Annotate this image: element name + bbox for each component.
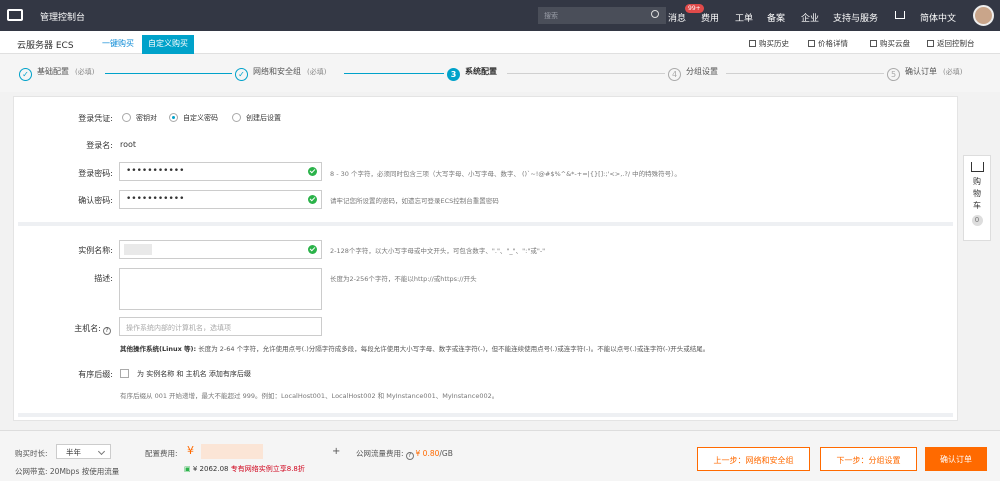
search-icon[interactable] [651, 10, 659, 18]
return-icon [927, 40, 934, 47]
redacted-config-fee [201, 444, 263, 459]
redacted-instance-name [124, 244, 152, 255]
vpc-discount-promo: ▣ ¥ 2062.08 专有网络实例立享8.8折 [184, 465, 305, 473]
tab-custom-buy[interactable]: 自定义购买 [142, 35, 194, 54]
description-label: 描述: [94, 274, 113, 283]
step-system-config[interactable]: 3 系统配置 [447, 66, 497, 81]
purchase-history-link[interactable]: 购买历史 [749, 38, 789, 49]
check-icon: ✓ [235, 68, 248, 81]
sequence-suffix-option: 为 实例名称 和 主机名 添加有序后缀 [137, 370, 251, 378]
plus-sign: + [332, 446, 341, 457]
nav-messages[interactable]: 消息 [668, 11, 686, 24]
cart-icon [970, 162, 984, 172]
valid-check-icon [308, 245, 317, 254]
price-icon [808, 40, 815, 47]
console-title[interactable]: 管理控制台 [40, 10, 85, 23]
search-input[interactable]: 搜索 [538, 7, 666, 24]
hostname-rule: 其他操作系统(Linux 等): 长度为 2-64 个字符，允许使用点号(.)分… [120, 345, 710, 353]
section-divider [18, 222, 953, 226]
shopping-cart-widget[interactable]: 购 物 车 0 [963, 155, 991, 241]
confirm-password-label: 确认密码: [78, 196, 113, 205]
radio-keypair[interactable] [122, 113, 131, 122]
traffic-fee-label: 公网流量费用:? ¥ 0.80/GB [356, 449, 453, 460]
prev-step-button[interactable]: 上一步：网络和安全组 [697, 447, 810, 471]
product-header: 云服务器 ECS 一键购买 自定义购买 购买历史 价格详情 购买云盘 返回控制台 [0, 31, 1000, 54]
hostname-label: 主机名:? [33, 323, 113, 335]
price-detail-link[interactable]: 价格详情 [808, 38, 848, 49]
tab-quick-buy[interactable]: 一键购买 [97, 35, 139, 51]
nav-tickets[interactable]: 工单 [735, 11, 753, 24]
disk-icon [870, 40, 877, 47]
valid-check-icon [308, 167, 317, 176]
gift-icon: ▣ [184, 465, 191, 473]
product-title: 云服务器 ECS [17, 41, 74, 51]
instance-name-hint: 2-128个字符，以大小写字母或中文开头，可包含数字、"."、"_"、":"或"… [330, 247, 546, 255]
confirm-password-field[interactable]: ••••••••••• [119, 190, 322, 209]
nav-icp[interactable]: 备案 [767, 11, 785, 24]
buy-disk-link[interactable]: 购买云盘 [870, 38, 910, 49]
step-connector [344, 73, 444, 74]
sequence-suffix-label: 有序后缀: [78, 370, 113, 379]
step-connector [726, 73, 884, 74]
nav-language[interactable]: 简体中文 [920, 11, 956, 24]
username-value: root [120, 140, 137, 149]
cart-icon[interactable] [895, 11, 905, 19]
password-field[interactable]: ••••••••••• [119, 162, 322, 181]
section-divider [18, 413, 953, 417]
radio-set-later-label: 创建后设置 [246, 114, 281, 122]
nav-support[interactable]: 支持与服务 [833, 11, 878, 24]
step-grouping[interactable]: 4 分组设置 [668, 66, 718, 81]
help-icon[interactable]: ? [405, 452, 414, 460]
password-label: 登录密码: [78, 169, 113, 178]
radio-set-later[interactable] [232, 113, 241, 122]
help-icon[interactable]: ? [103, 327, 111, 335]
top-navbar: 管理控制台 搜索 消息 99+ 费用 工单 备案 企业 支持与服务 简体中文 [0, 0, 1000, 31]
step-connector [105, 73, 232, 74]
duration-label: 购买时长: [15, 449, 48, 458]
history-icon [749, 40, 756, 47]
sequence-suffix-checkbox[interactable] [120, 369, 129, 378]
next-step-button[interactable]: 下一步：分组设置 [820, 447, 917, 471]
username-label: 登录名: [86, 141, 113, 150]
password-hint: 8 - 30 个字符，必须同时包含三项（大写字母、小写字母、数字、 ()`~!@… [330, 170, 681, 178]
sequence-suffix-hint: 有序后缀从 001 开始递增，最大不能超过 999。例如：LocalHost00… [120, 392, 499, 400]
bandwidth-summary: 公网带宽: 20Mbps 按使用流量 [15, 467, 120, 476]
nav-enterprise[interactable]: 企业 [801, 11, 819, 24]
radio-custom-password-label: 自定义密码 [183, 114, 218, 122]
avatar[interactable] [973, 5, 994, 26]
duration-select[interactable]: 半年 [56, 444, 111, 459]
nav-billing[interactable]: 费用 [701, 11, 719, 24]
confirm-order-button[interactable]: 确认订单 [925, 447, 987, 471]
step-connector [507, 73, 665, 74]
radio-keypair-label: 密钥对 [136, 114, 157, 122]
check-icon: ✓ [19, 68, 32, 81]
step-network[interactable]: ✓ 网络和安全组 (必填) [235, 66, 326, 81]
config-fee-currency: ¥ [187, 444, 194, 457]
confirm-password-hint: 请牢记您所设置的密码，如遗忘可登录ECS控制台重置密码 [330, 197, 499, 205]
credential-label: 登录凭证: [78, 114, 113, 123]
hostname-field[interactable]: 操作系统内部的计算机名，选填项 [119, 317, 322, 336]
step-confirm-order[interactable]: 5 确认订单 (必填) [887, 66, 962, 81]
step-basic-config[interactable]: ✓ 基础配置 (必填) [19, 66, 94, 81]
instance-name-label: 实例名称: [78, 246, 113, 255]
description-textarea[interactable] [119, 268, 322, 310]
back-to-console-link[interactable]: 返回控制台 [927, 38, 975, 49]
radio-custom-password[interactable] [169, 113, 178, 122]
config-fee-label: 配置费用: [145, 449, 178, 458]
valid-check-icon [308, 195, 317, 204]
description-hint: 长度为2-256个字符，不能以http://或https://开头 [330, 275, 477, 283]
aliyun-logo-icon[interactable] [7, 9, 23, 21]
cart-count-badge: 0 [971, 215, 983, 226]
